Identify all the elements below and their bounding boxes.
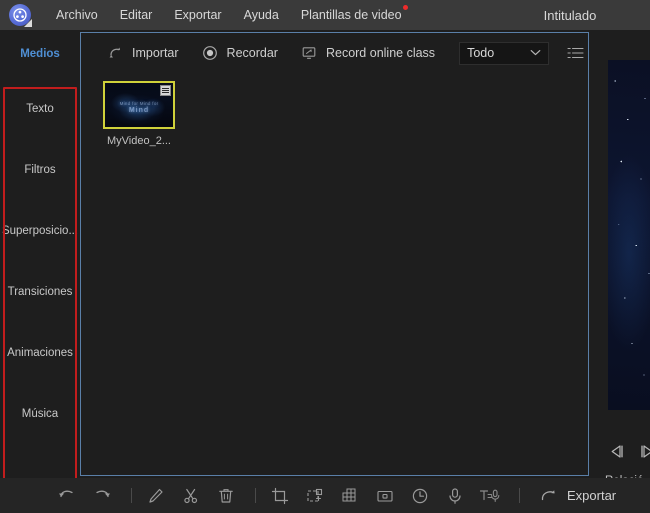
previous-frame-icon[interactable] xyxy=(609,444,626,459)
media-item[interactable]: Mind for Mind for Mind MyVideo_2... xyxy=(103,81,175,147)
edit-pencil-icon[interactable] xyxy=(141,481,171,511)
screen-record-icon xyxy=(300,44,318,62)
list-view-icon[interactable] xyxy=(567,46,584,60)
sidebar-item-animaciones[interactable]: Animaciones xyxy=(0,322,80,383)
redo-icon[interactable] xyxy=(87,481,117,511)
film-reel-icon xyxy=(9,4,31,26)
media-filter-dropdown[interactable]: Todo xyxy=(459,41,550,65)
sidebar-item-label: Superposicio... xyxy=(1,224,79,237)
next-frame-icon[interactable] xyxy=(638,444,650,459)
media-filter-value: Todo xyxy=(467,46,495,60)
sidebar-item-musica[interactable]: Música xyxy=(0,383,80,444)
media-type-badge-icon xyxy=(160,85,171,96)
export-button[interactable]: Exportar xyxy=(539,487,616,505)
thumbnail-overlay-line2: Mind xyxy=(128,107,150,114)
notification-dot-icon xyxy=(402,5,408,10)
menu-label: Editar xyxy=(119,8,153,22)
toolbar-separator xyxy=(519,488,520,503)
add-frame-icon[interactable] xyxy=(300,481,330,511)
menu-item-exportar[interactable]: Exportar xyxy=(163,4,232,26)
menu-label: Archivo xyxy=(56,8,98,22)
preview-panel: Relació xyxy=(597,32,650,487)
record-circle-icon xyxy=(201,44,219,62)
mosaic-grid-icon[interactable] xyxy=(335,481,365,511)
record-online-class-label: Record online class xyxy=(325,46,436,60)
import-arrow-icon xyxy=(106,44,124,62)
main-menu: Archivo Editar Exportar Ayuda Plantillas… xyxy=(45,4,413,26)
sidebar-item-label: Filtros xyxy=(24,163,56,176)
sidebar-item-label: Transiciones xyxy=(7,285,73,298)
toolbar-separator xyxy=(255,488,256,503)
export-label: Exportar xyxy=(567,488,617,503)
menu-label: Exportar xyxy=(174,8,222,22)
text-to-speech-icon[interactable] xyxy=(475,481,505,511)
menu-item-plantillas-de-video[interactable]: Plantillas de video xyxy=(290,4,413,26)
thumbnail-overlay-line1: Mind for Mind for xyxy=(119,101,159,106)
import-button[interactable]: Importar xyxy=(106,44,179,62)
voiceover-mic-icon[interactable] xyxy=(440,481,470,511)
sidebar-item-medios[interactable]: Medios xyxy=(0,30,80,78)
export-arrow-icon xyxy=(539,487,559,505)
media-toolbar: Importar Recordar Record online class To… xyxy=(81,33,588,73)
menu-item-archivo[interactable]: Archivo xyxy=(45,4,109,26)
record-label: Recordar xyxy=(226,46,278,60)
sidebar-item-superposiciones[interactable]: Superposicio... xyxy=(0,200,80,261)
menu-item-editar[interactable]: Editar xyxy=(109,4,164,26)
record-online-class-button[interactable]: Record online class xyxy=(300,44,435,62)
sidebar-item-texto[interactable]: Texto xyxy=(0,78,80,139)
thumbnail-overlay-text: Mind for Mind for Mind xyxy=(105,100,173,114)
media-thumbnail[interactable]: Mind for Mind for Mind xyxy=(103,81,175,129)
chevron-down-icon xyxy=(530,49,541,57)
sidebar-item-label: Texto xyxy=(26,102,54,115)
title-bar: Archivo Editar Exportar Ayuda Plantillas… xyxy=(0,0,650,30)
toolbar-separator xyxy=(131,488,132,503)
cut-scissors-icon[interactable] xyxy=(176,481,206,511)
menu-label: Plantillas de video xyxy=(300,8,402,22)
delete-trash-icon[interactable] xyxy=(211,481,241,511)
sidebar-item-filtros[interactable]: Filtros xyxy=(0,139,80,200)
document-title: Intitulado xyxy=(543,7,597,23)
sidebar-item-transiciones[interactable]: Transiciones xyxy=(0,261,80,322)
left-sidebar: Medios Texto Filtros Superposicio... Tra… xyxy=(0,30,80,487)
sidebar-item-label: Animaciones xyxy=(7,346,73,359)
media-item-name: MyVideo_2... xyxy=(106,135,171,147)
record-button[interactable]: Recordar xyxy=(201,44,278,62)
menu-item-ayuda[interactable]: Ayuda xyxy=(233,4,290,26)
speed-clock-icon[interactable] xyxy=(405,481,435,511)
media-grid: Mind for Mind for Mind MyVideo_2... xyxy=(81,73,588,147)
import-label: Importar xyxy=(132,46,179,60)
preview-playback-controls xyxy=(597,444,650,459)
video-editor-window: Archivo Editar Exportar Ayuda Plantillas… xyxy=(0,0,650,513)
undo-icon[interactable] xyxy=(52,481,82,511)
sidebar-item-label: Medios xyxy=(20,48,60,60)
snapshot-icon[interactable] xyxy=(370,481,400,511)
media-panel: Importar Recordar Record online class To… xyxy=(80,32,589,476)
menu-label: Ayuda xyxy=(243,8,279,22)
sidebar-item-label: Música xyxy=(21,407,59,420)
crop-icon[interactable] xyxy=(265,481,295,511)
bottom-toolbar: Exportar xyxy=(0,478,650,513)
preview-video-image xyxy=(608,60,650,410)
